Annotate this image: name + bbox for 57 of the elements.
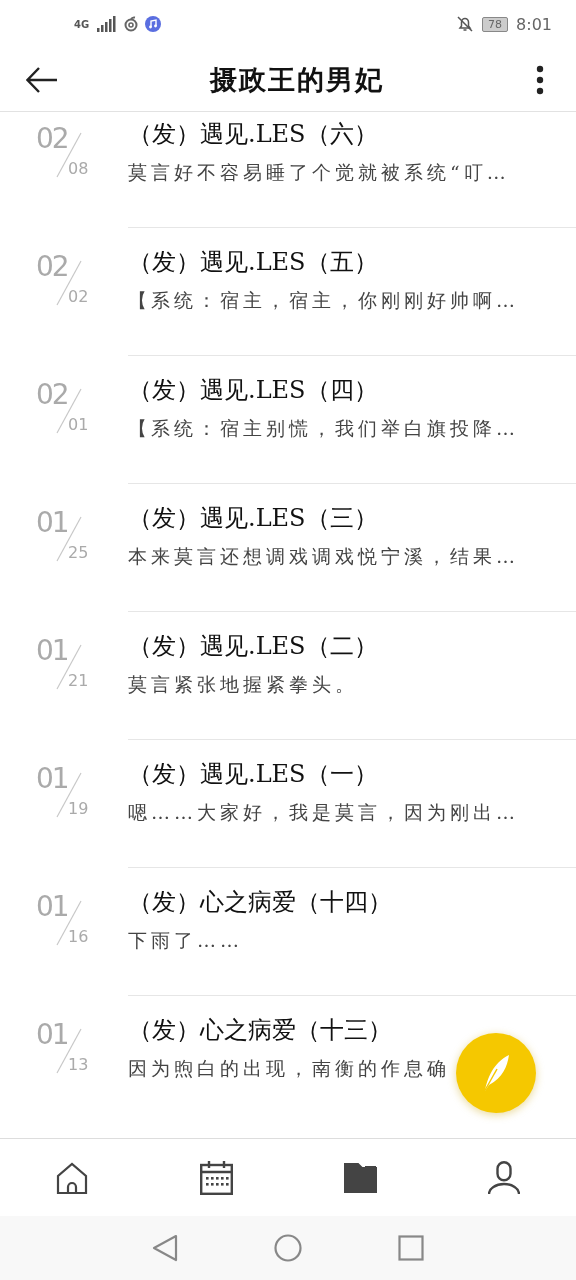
recents-key-icon[interactable] [398,1235,424,1261]
more-icon[interactable] [536,64,544,95]
chapter-title: （发）心之病爱（十四） [128,887,392,918]
folder-icon [343,1162,377,1193]
back-icon[interactable] [26,66,58,93]
back-key-icon[interactable] [152,1234,178,1262]
chapter-item[interactable]: 02 08 （发）遇见.LES（六） 莫言好不容易睡了个觉就被系统“叮… [0,112,576,228]
date-month: 02 [36,250,68,283]
profile-icon [488,1160,520,1195]
date-month: 01 [36,1018,68,1051]
date-month: 02 [36,122,68,155]
signal-icon [95,16,118,32]
date-day: 19 [68,799,89,818]
clock-time: 8:01 [516,14,552,34]
date-day: 16 [68,927,89,946]
chapter-excerpt: 莫言好不容易睡了个觉就被系统“叮… [128,160,510,185]
battery-indicator: 78 [482,16,509,32]
date-month: 02 [36,378,68,411]
calendar-icon [199,1160,233,1195]
date-month: 01 [36,634,68,667]
chapter-item[interactable]: 02 02 （发）遇见.LES（五） 【系统：宿主，宿主，你刚刚好帅啊… [0,228,576,356]
chapter-excerpt: 【系统：宿主，宿主，你刚刚好帅啊… [128,288,519,313]
chapter-item[interactable]: 02 01 （发）遇见.LES（四） 【系统：宿主别慌，我们举白旗投降… [0,356,576,484]
chapter-item[interactable]: 01 25 （发）遇见.LES（三） 本来莫言还想调戏调戏悦宁溪，结果… [0,484,576,612]
chapter-item[interactable]: 01 16 （发）心之病爱（十四） 下雨了…… [0,868,576,996]
music-icon [145,16,162,32]
chapter-title: （发）遇见.LES（一） [128,759,378,790]
bell-off-icon [456,15,475,33]
chapter-title: （发）遇见.LES（二） [128,631,378,662]
swirl-icon [123,16,140,32]
chapter-excerpt: 下雨了…… [128,928,243,953]
date-day: 02 [68,287,89,306]
date-month: 01 [36,890,68,923]
date-day: 21 [68,671,89,690]
home-icon [56,1161,88,1194]
chapter-title: （发）遇见.LES（六） [128,119,378,150]
date-day: 25 [68,543,89,562]
chapter-title: （发）遇见.LES（四） [128,375,378,406]
chapter-title: （发）遇见.LES（三） [128,503,378,534]
chapter-excerpt: 【系统：宿主别慌，我们举白旗投降… [128,416,519,441]
chapter-title: （发）心之病爱（十三） [128,1015,392,1046]
chapter-excerpt: 莫言紧张地握紧拳头。 [128,672,358,697]
date-month: 01 [36,506,68,539]
chapter-item[interactable]: 01 19 （发）遇见.LES（一） 嗯……大家好，我是莫言，因为刚出… [0,740,576,868]
chapter-item[interactable]: 01 13 （发）心之病爱（十三） 因为煦白的出现，南衡的作息确 [0,996,576,1124]
date-month: 01 [36,762,68,795]
date-day: 08 [68,159,89,178]
page-title: 摄政王的男妃 [210,62,384,97]
chapter-item[interactable]: 01 21 （发）遇见.LES（二） 莫言紧张地握紧拳头。 [0,612,576,740]
chapter-title: （发）遇见.LES（五） [128,247,378,278]
chapter-excerpt: 本来莫言还想调戏调戏悦宁溪，结果… [128,544,519,569]
date-day: 01 [68,415,89,434]
date-day: 13 [68,1055,89,1074]
home-key-icon[interactable] [274,1234,302,1262]
chapter-excerpt: 嗯……大家好，我是莫言，因为刚出… [128,800,519,825]
network-label: 4G [74,18,90,30]
chapter-excerpt: 因为煦白的出现，南衡的作息确 [128,1056,450,1081]
